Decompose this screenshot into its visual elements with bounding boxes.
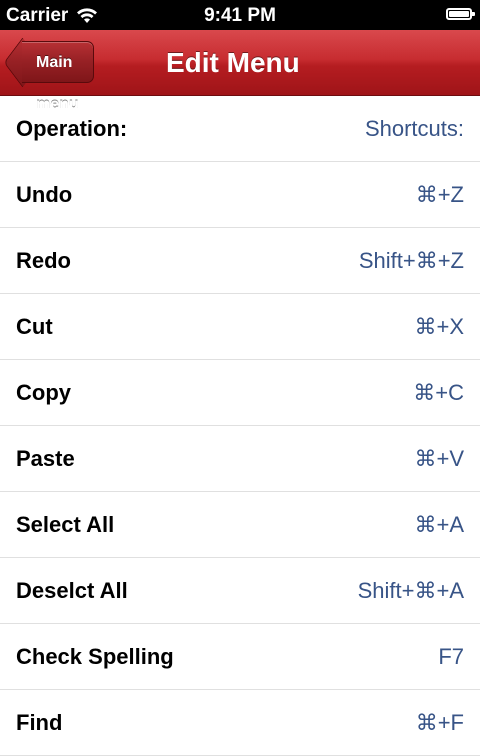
row-detail: Shortcuts: <box>364 116 464 141</box>
row-title: Select All <box>16 512 115 537</box>
table-row-copy[interactable]: Copy ⌘+C <box>0 360 480 426</box>
row-title: Undo <box>16 182 73 207</box>
table-row-find[interactable]: Find ⌘+F <box>0 690 480 756</box>
row-detail: Shift+⌘+A <box>357 578 464 603</box>
row-title: Copy <box>16 380 71 405</box>
row-detail: ⌘+X <box>414 314 464 339</box>
page-title: Edit Menu <box>166 47 300 78</box>
row-detail: ⌘+F <box>415 710 464 735</box>
row-detail: ⌘+Z <box>415 182 464 207</box>
table-row-paste[interactable]: Paste ⌘+V <box>0 426 480 492</box>
row-title: Find <box>16 710 63 735</box>
shortcuts-table: Operation: Shortcuts: Undo ⌘+Z Redo Shif… <box>0 96 480 756</box>
row-title: Deselct All <box>16 578 128 603</box>
row-detail: F7 <box>438 644 464 669</box>
row-detail: Shift+⌘+Z <box>358 248 464 273</box>
row-title: Check Spelling <box>16 644 174 669</box>
table-row-deselect-all[interactable]: Deselct All Shift+⌘+A <box>0 558 480 624</box>
battery-icon <box>446 8 475 20</box>
table-row-select-all[interactable]: Select All ⌘+A <box>0 492 480 558</box>
main-menu-back-button[interactable]: Main menu <box>22 41 94 113</box>
row-title: Paste <box>16 446 75 471</box>
navigation-bar: Main menu Edit Menu <box>0 30 480 113</box>
row-detail: ⌘+V <box>414 446 464 471</box>
table-row-cut[interactable]: Cut ⌘+X <box>0 294 480 360</box>
row-title: Redo <box>16 248 71 273</box>
table-row-check-spelling[interactable]: Check Spelling F7 <box>0 624 480 690</box>
status-bar: Carrier 9:41 PM <box>0 0 480 30</box>
row-title: Cut <box>16 314 53 339</box>
row-detail: ⌘+A <box>414 512 464 537</box>
status-time: 9:41 PM <box>204 5 276 26</box>
table-row-redo[interactable]: Redo Shift+⌘+Z <box>0 228 480 294</box>
row-detail: ⌘+C <box>413 380 464 405</box>
table-row-undo[interactable]: Undo ⌘+Z <box>0 162 480 228</box>
